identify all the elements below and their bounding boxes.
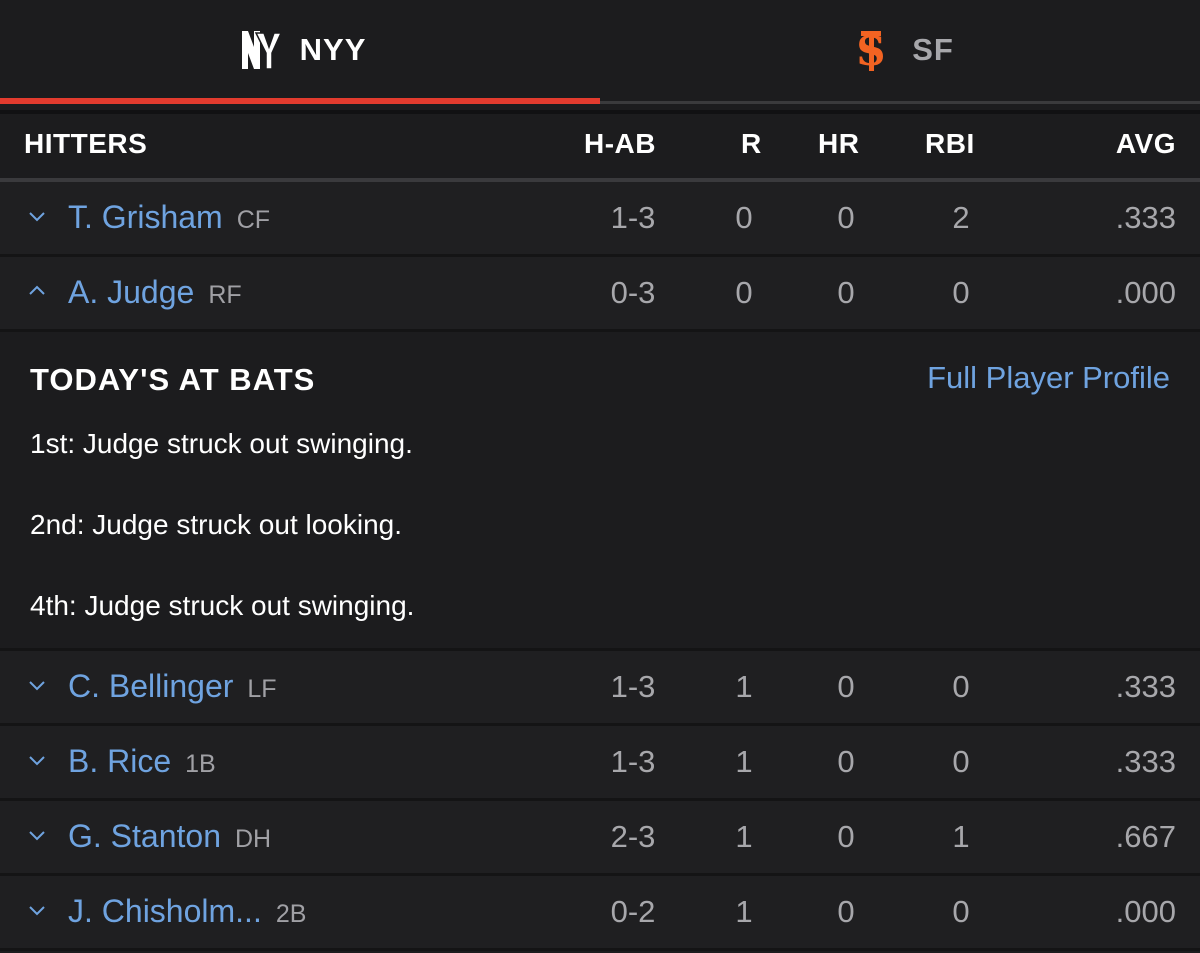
stat-hr: 0 (837, 819, 855, 854)
player-name[interactable]: G. Stanton DH (68, 818, 271, 855)
stat-avg: .000 (1115, 275, 1176, 310)
player-row[interactable]: B. Rice 1B 1-3 1 0 0 .333 (0, 726, 1200, 801)
player-row[interactable]: G. Stanton DH 2-3 1 0 1 .667 (0, 801, 1200, 876)
player-position: CF (236, 206, 271, 234)
player-name[interactable]: A. Judge RF (68, 274, 242, 311)
full-player-profile-link[interactable]: Full Player Profile (927, 360, 1170, 396)
header-hr: HR (818, 128, 860, 159)
player-name[interactable]: B. Rice 1B (68, 743, 216, 780)
team-tabs: NYY S SF (0, 0, 1200, 110)
tab-sf[interactable]: S SF (600, 0, 1200, 100)
stat-h-ab: 1-3 (610, 744, 656, 779)
chevron-up-icon[interactable] (24, 278, 50, 304)
player-position: RF (208, 281, 242, 309)
giants-logo-icon: S (857, 28, 886, 75)
stat-avg: .333 (1115, 200, 1176, 235)
active-tab-indicator (0, 98, 600, 104)
stat-r: 1 (735, 744, 753, 779)
stat-h-ab: 1-3 (610, 669, 656, 704)
stat-hr: 0 (837, 894, 855, 929)
stat-rbi: 0 (952, 894, 970, 929)
stat-rbi: 1 (952, 819, 970, 854)
chevron-down-icon[interactable] (24, 203, 50, 229)
tab-label-sf: SF (912, 32, 954, 67)
tab-nyy[interactable]: NYY (0, 0, 600, 100)
player-position: 2B (275, 900, 307, 928)
header-rbi: RBI (925, 128, 975, 159)
stat-rbi: 0 (952, 275, 970, 310)
tab-baseline (600, 101, 1200, 104)
stat-avg: .667 (1115, 819, 1176, 854)
stat-hr: 0 (837, 669, 855, 704)
stat-avg: .333 (1115, 744, 1176, 779)
chevron-down-icon[interactable] (24, 747, 50, 773)
player-position: 1B (185, 750, 216, 778)
player-position: LF (247, 675, 277, 703)
stat-hr: 0 (837, 275, 855, 310)
chevron-down-icon[interactable] (24, 672, 50, 698)
chevron-down-icon[interactable] (24, 822, 50, 848)
todays-at-bats-panel: TODAY'S AT BATS Full Player Profile 1st:… (0, 332, 1200, 651)
stat-r: 1 (735, 894, 753, 929)
stat-r: 0 (735, 275, 753, 310)
stat-h-ab: 2-3 (610, 819, 656, 854)
tab-label-nyy: NYY (299, 32, 367, 67)
table-header: HITTERS H-AB R HR RBI AVG (0, 110, 1200, 182)
player-row[interactable]: J. Chisholm... 2B 0-2 1 0 0 .000 (0, 876, 1200, 951)
stat-rbi: 0 (952, 669, 970, 704)
stat-rbi: 2 (952, 200, 970, 235)
player-position: DH (234, 825, 272, 853)
player-row[interactable]: T. Grisham CF 1-3 0 0 2 .333 (0, 182, 1200, 257)
stat-avg: .333 (1115, 669, 1176, 704)
stat-r: 1 (735, 819, 753, 854)
player-name[interactable]: J. Chisholm... 2B (68, 893, 306, 930)
header-h-ab: H-AB (584, 128, 656, 159)
at-bat-item: 2nd: Judge struck out looking. (30, 509, 403, 540)
at-bat-item: 4th: Judge struck out swinging. (30, 590, 415, 621)
chevron-down-icon[interactable] (24, 897, 50, 923)
header-r: R (741, 128, 762, 159)
at-bats-title: TODAY'S AT BATS (30, 362, 316, 397)
at-bat-item: 1st: Judge struck out swinging. (30, 428, 413, 459)
stat-h-ab: 1-3 (610, 200, 656, 235)
player-name[interactable]: C. Bellinger LF (68, 668, 277, 705)
stat-r: 0 (735, 200, 753, 235)
stat-h-ab: 0-2 (610, 894, 656, 929)
stat-r: 1 (735, 669, 753, 704)
stat-h-ab: 0-3 (610, 275, 656, 310)
stat-hr: 0 (837, 744, 855, 779)
yankees-logo-icon (241, 31, 282, 70)
header-hitters: HITTERS (24, 128, 148, 159)
stat-avg: .000 (1115, 894, 1176, 929)
stat-rbi: 0 (952, 744, 970, 779)
header-avg: AVG (1115, 128, 1176, 159)
player-name[interactable]: T. Grisham CF (68, 199, 270, 236)
stat-hr: 0 (837, 200, 855, 235)
player-row[interactable]: A. Judge RF 0-3 0 0 0 .000 (0, 257, 1200, 332)
player-row[interactable]: C. Bellinger LF 1-3 1 0 0 .333 (0, 651, 1200, 726)
